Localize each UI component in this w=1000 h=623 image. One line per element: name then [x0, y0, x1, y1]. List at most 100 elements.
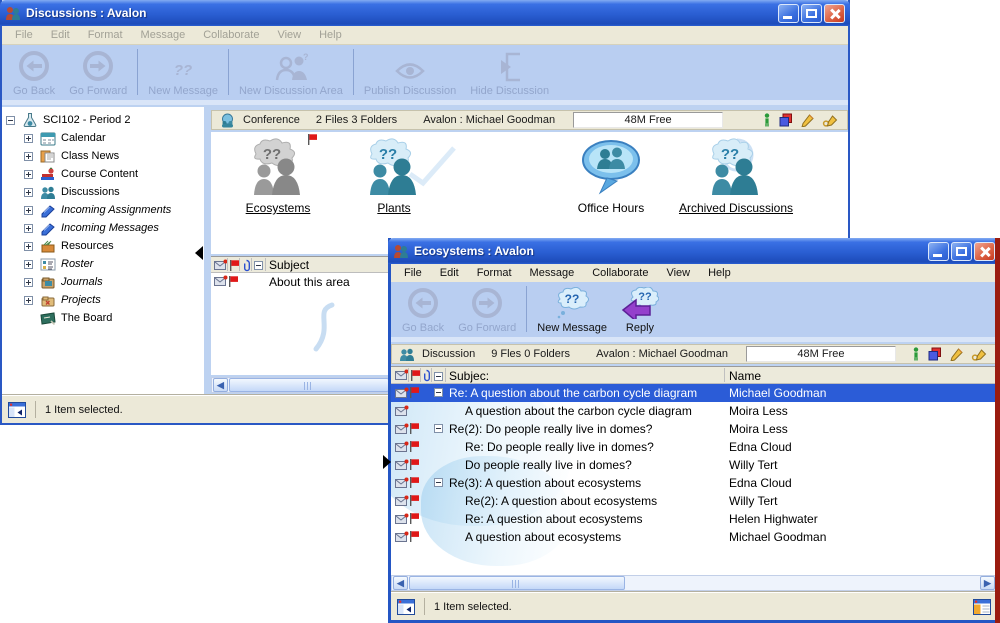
view-toggle-icon[interactable] — [973, 599, 991, 615]
discussions-icon — [40, 185, 56, 200]
maximize-button[interactable] — [801, 4, 822, 23]
minimize-button[interactable] — [778, 4, 799, 23]
sidebar-item-course-content[interactable]: Course Content — [2, 165, 204, 183]
scroll-thumb[interactable] — [409, 576, 625, 590]
conference-item-archived-discussions[interactable]: ??Archived Discussions — [661, 138, 811, 215]
tree-label: Course Content — [61, 168, 138, 180]
menu-message[interactable]: Message — [132, 29, 195, 41]
toolbar-separator — [353, 49, 354, 95]
collapse-icon[interactable] — [6, 116, 15, 125]
nav-forward-icon — [471, 287, 503, 319]
minimize-button[interactable] — [928, 242, 949, 261]
menu-edit[interactable]: Edit — [431, 267, 468, 279]
message-row[interactable]: Do people really live in domes?Willy Ter… — [391, 456, 997, 474]
message-row[interactable]: Re(3): A question about ecosystemsEdna C… — [391, 474, 997, 492]
menu-collaborate[interactable]: Collaborate — [583, 267, 657, 279]
conference-item-office-hours[interactable]: Office Hours — [551, 138, 671, 215]
edit-icon[interactable] — [950, 348, 963, 361]
toolbar-label: New Message — [537, 322, 607, 334]
permissions-icon[interactable] — [822, 114, 840, 127]
sidebar-item-resources[interactable]: Resources — [2, 237, 204, 255]
history-icon[interactable] — [779, 113, 793, 127]
conference-icon — [219, 113, 236, 128]
subject-column-header[interactable]: Subject — [269, 258, 309, 272]
splitter-arrow-left[interactable] — [195, 246, 203, 260]
message-row[interactable]: Re: A question about ecosystemsHelen Hig… — [391, 510, 997, 528]
who-is-online-icon[interactable] — [763, 113, 771, 127]
reply-button[interactable]: ??Reply — [614, 284, 666, 334]
message-row[interactable]: Re: A question about the carbon cycle di… — [391, 384, 997, 402]
expand-icon[interactable] — [24, 260, 33, 269]
attachment-icon — [242, 259, 251, 272]
message-row[interactable]: Re: Do people really live in domes?Edna … — [391, 438, 997, 456]
scroll-left-arrow[interactable]: ◀ — [213, 378, 228, 392]
maximize-button[interactable] — [951, 242, 972, 261]
menu-collaborate[interactable]: Collaborate — [194, 29, 268, 41]
menu-help[interactable]: Help — [310, 29, 351, 41]
splitter-arrow-right[interactable] — [383, 455, 391, 469]
scroll-right-arrow[interactable]: ▶ — [980, 576, 995, 590]
expand-icon[interactable] — [24, 296, 33, 305]
expand-icon[interactable] — [24, 224, 33, 233]
close-button[interactable] — [974, 242, 995, 261]
expand-icon[interactable] — [24, 188, 33, 197]
menu-edit[interactable]: Edit — [42, 29, 79, 41]
sidebar-item-calendar[interactable]: Calendar — [2, 129, 204, 147]
pane-toggle-icon[interactable] — [8, 402, 26, 418]
message-row[interactable]: Re(2): Do people really live in domes?Mo… — [391, 420, 997, 438]
envelope-icon — [395, 405, 409, 417]
expand-icon[interactable] — [24, 134, 33, 143]
go-forward-button: Go Forward — [62, 47, 134, 97]
tree-root-sci102-period-2[interactable]: SCI102 - Period 2 — [2, 111, 204, 129]
sidebar-item-class-news[interactable]: Class News — [2, 147, 204, 165]
conference-item-ecosystems[interactable]: ??Ecosystems — [223, 138, 333, 215]
permissions-icon[interactable] — [971, 348, 989, 361]
svg-text:??: ?? — [379, 146, 397, 163]
expand-icon[interactable] — [24, 278, 33, 287]
sidebar-item-projects[interactable]: Projects — [2, 291, 204, 309]
pane-toggle-icon[interactable] — [397, 599, 415, 615]
titlebar-discussions[interactable]: Discussions : Avalon — [0, 0, 850, 26]
subject-text: About this area — [269, 275, 350, 289]
menu-file[interactable]: File — [395, 267, 431, 279]
file-folder-count: 2 Files 3 Folders — [316, 114, 397, 126]
edit-icon[interactable] — [801, 114, 814, 127]
scroll-left-arrow[interactable]: ◀ — [393, 576, 408, 590]
menu-view[interactable]: View — [657, 267, 699, 279]
conference-item-plants[interactable]: ??Plants — [339, 138, 449, 215]
menu-format[interactable]: Format — [468, 267, 521, 279]
titlebar-ecosystems[interactable]: Ecosystems : Avalon — [388, 238, 1000, 264]
subject-column-header[interactable]: Subjec: — [449, 369, 489, 383]
expand-icon[interactable] — [24, 242, 33, 251]
flag-icon — [228, 275, 239, 288]
sidebar-item-incoming-assignments[interactable]: Incoming Assignments — [2, 201, 204, 219]
message-row[interactable]: A question about ecosystemsMichael Goodm… — [391, 528, 997, 546]
container-type-label: Discussion — [422, 348, 475, 360]
expand-icon[interactable] — [24, 206, 33, 215]
menu-format[interactable]: Format — [79, 29, 132, 41]
message-row[interactable]: Re(2): A question about ecosystemsWilly … — [391, 492, 997, 510]
new-message-button[interactable]: ??New Message — [530, 284, 614, 334]
close-button[interactable] — [824, 4, 845, 23]
message-row[interactable]: A question about the carbon cycle diagra… — [391, 402, 997, 420]
menu-view[interactable]: View — [268, 29, 310, 41]
hide-door-icon — [496, 52, 524, 82]
sparkle-question-icon: ?? — [170, 56, 196, 82]
who-is-online-icon[interactable] — [912, 347, 920, 361]
menu-help[interactable]: Help — [699, 267, 740, 279]
sidebar-item-incoming-messages[interactable]: Incoming Messages — [2, 219, 204, 237]
collapse-all-icon[interactable] — [434, 372, 443, 381]
sidebar-item-roster[interactable]: Roster — [2, 255, 204, 273]
name-column-header[interactable]: Name — [729, 369, 761, 383]
history-icon[interactable] — [928, 347, 942, 361]
collapse-all-icon[interactable] — [254, 261, 263, 270]
expand-icon[interactable] — [24, 152, 33, 161]
sidebar-item-journals[interactable]: Journals — [2, 273, 204, 291]
scroll-thumb[interactable] — [229, 378, 389, 392]
menu-message[interactable]: Message — [521, 267, 584, 279]
menu-file[interactable]: File — [6, 29, 42, 41]
expand-icon[interactable] — [24, 170, 33, 179]
message-list-hscrollbar[interactable]: ◀ ▶ — [391, 575, 997, 591]
sidebar-item-discussions[interactable]: Discussions — [2, 183, 204, 201]
sidebar-item-the-board[interactable]: The Board — [2, 309, 204, 327]
